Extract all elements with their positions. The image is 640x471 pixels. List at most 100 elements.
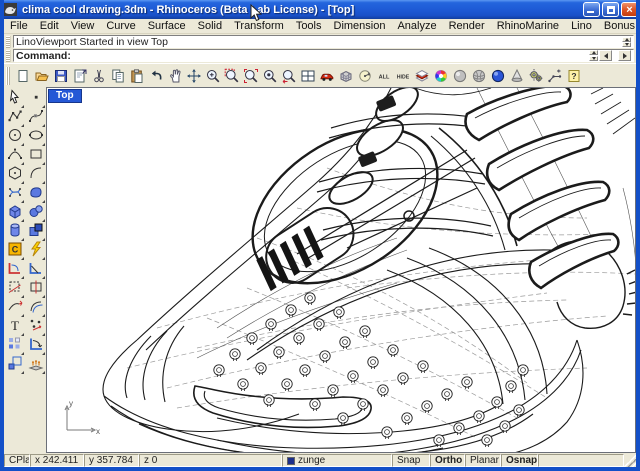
toolbar-button-save[interactable] xyxy=(51,66,70,86)
toggle-planar[interactable]: Planar xyxy=(465,454,501,467)
titlebar[interactable]: clima cool drawing.3dm - Rhinoceros (Bet… xyxy=(0,0,640,19)
toolbar-button-circle-arrow[interactable] xyxy=(355,66,374,86)
x-coordinate: x 242.411 xyxy=(30,454,84,467)
toolbar-button-zoom-previous[interactable] xyxy=(279,66,298,86)
sidebar-button-arc3[interactable] xyxy=(4,147,25,166)
menu-item-lino[interactable]: Lino xyxy=(565,20,598,32)
toolbar-grip[interactable] xyxy=(6,67,10,85)
toolbar-button-zoom-extents[interactable] xyxy=(260,66,279,86)
sidebar-button-dim-points[interactable] xyxy=(25,318,46,337)
toolbar-button-hide[interactable]: HIDE xyxy=(393,66,412,86)
toolbar-button-print-preview[interactable] xyxy=(70,66,89,86)
toolbar-button-viewport-layout[interactable] xyxy=(298,66,317,86)
command-history-grip[interactable] xyxy=(6,36,11,48)
toolbar-button-zoom-selected[interactable] xyxy=(241,66,260,86)
sidebar-button-boolean[interactable] xyxy=(25,223,46,242)
sidebar-button-chamfer[interactable] xyxy=(25,261,46,280)
sidebar-button-explode[interactable] xyxy=(25,242,46,261)
sidebar-button-extend[interactable] xyxy=(4,299,25,318)
menu-item-solid[interactable]: Solid xyxy=(192,20,228,32)
command-prev-button[interactable] xyxy=(599,50,612,61)
toolbar-button-rotate-view[interactable] xyxy=(184,66,203,86)
sidebar-button-pointer[interactable] xyxy=(4,90,25,109)
toolbar-button-car[interactable] xyxy=(317,66,336,86)
sidebar-button-surface-blob[interactable] xyxy=(25,185,46,204)
menu-item-tools[interactable]: Tools xyxy=(290,20,328,32)
resize-grip[interactable] xyxy=(624,454,636,467)
sidebar-button-trim[interactable] xyxy=(4,280,25,299)
command-next-button[interactable] xyxy=(618,50,631,61)
layer-pane[interactable]: zunge xyxy=(282,454,392,467)
menu-item-rhinomarine[interactable]: RhinoMarine xyxy=(491,20,565,32)
toolbar-button-zoom-window[interactable] xyxy=(222,66,241,86)
command-spin-up-button[interactable] xyxy=(589,50,598,55)
sidebar-button-extrude[interactable] xyxy=(25,356,46,375)
menu-item-analyze[interactable]: Analyze xyxy=(391,20,442,32)
menu-item-edit[interactable]: Edit xyxy=(34,20,65,32)
toolbar-button-help[interactable]: ? xyxy=(564,66,583,86)
toolbar-button-sphere-render[interactable] xyxy=(488,66,507,86)
sidebar-button-point[interactable] xyxy=(25,90,46,109)
toolbar-button-color-wheel[interactable] xyxy=(431,66,450,86)
toolbar-button-leader[interactable] xyxy=(545,66,564,86)
toolbar-button-open[interactable] xyxy=(32,66,51,86)
toolbar-button-pan[interactable] xyxy=(165,66,184,86)
menu-item-dimension[interactable]: Dimension xyxy=(328,20,392,32)
toolbar-button-copy[interactable] xyxy=(108,66,127,86)
menu-item-surface[interactable]: Surface xyxy=(142,20,192,32)
close-button[interactable]: × xyxy=(621,2,638,17)
toolbar-button-sphere-gray[interactable] xyxy=(450,66,469,86)
toolbar-button-spotlight-cone[interactable] xyxy=(507,66,526,86)
sidebar-button-cylinder[interactable] xyxy=(4,223,25,242)
toolbar-button-layer-wedge[interactable] xyxy=(412,66,431,86)
toolbar-button-undo[interactable] xyxy=(146,66,165,86)
toolbar-button-zoom-dynamic[interactable] xyxy=(203,66,222,86)
toggle-snap[interactable]: Snap xyxy=(392,454,430,467)
sidebar-button-rectangle[interactable] xyxy=(25,147,46,166)
menu-item-curve[interactable]: Curve xyxy=(100,20,141,32)
cplane-pane[interactable]: CPlane xyxy=(4,454,30,467)
viewport-label[interactable]: Top xyxy=(48,89,82,103)
viewport-top[interactable]: Top xyxy=(46,87,636,453)
sidebar-button-patch[interactable] xyxy=(4,185,25,204)
sidebar-button-polyline[interactable] xyxy=(4,109,25,128)
sidebar-button-scale[interactable] xyxy=(4,356,25,375)
minimize-button[interactable] xyxy=(583,2,600,17)
toolbar-button-paste[interactable] xyxy=(127,66,146,86)
sidebar-button-join[interactable]: C xyxy=(4,242,25,261)
menu-item-view[interactable]: View xyxy=(65,20,101,32)
sidebar-button-fillet[interactable] xyxy=(4,261,25,280)
toolbar-button-cut[interactable] xyxy=(89,66,108,86)
command-line-grip[interactable] xyxy=(6,50,11,62)
sidebar-button-box[interactable] xyxy=(4,204,25,223)
sidebar-button-offset[interactable] xyxy=(25,299,46,318)
sidebar-button-text[interactable]: T xyxy=(4,318,25,337)
sidebar-button-spheres[interactable] xyxy=(25,204,46,223)
menu-item-bonus[interactable]: Bonus xyxy=(598,20,640,32)
toolbar-button-sphere-textured[interactable] xyxy=(469,66,488,86)
command-line[interactable]: Command: xyxy=(13,49,634,62)
circle-icon xyxy=(7,127,23,148)
history-scroll-down-button[interactable] xyxy=(622,42,631,47)
polygon-icon xyxy=(7,165,23,186)
sidebar-button-circle[interactable] xyxy=(4,128,25,147)
sidebar-button-ellipse[interactable] xyxy=(25,128,46,147)
command-spin-down-button[interactable] xyxy=(589,56,598,61)
command-input[interactable] xyxy=(74,51,589,61)
toolbar-button-zoom-all[interactable]: ALL xyxy=(374,66,393,86)
toolbar-button-mesh-box[interactable] xyxy=(336,66,355,86)
toolbar-button-new[interactable] xyxy=(13,66,32,86)
toolbar-button-gears[interactable] xyxy=(526,66,545,86)
menu-item-file[interactable]: File xyxy=(4,20,34,32)
maximize-button[interactable] xyxy=(602,2,619,17)
toggle-osnap[interactable]: Osnap xyxy=(501,454,538,467)
sidebar-button-array[interactable] xyxy=(4,337,25,356)
toggle-ortho[interactable]: Ortho xyxy=(430,454,465,467)
sidebar-button-arc[interactable] xyxy=(25,166,46,185)
menu-item-render[interactable]: Render xyxy=(443,20,491,32)
sidebar-button-split[interactable] xyxy=(25,280,46,299)
scale-icon xyxy=(7,355,23,376)
sidebar-button-rotate[interactable] xyxy=(25,337,46,356)
sidebar-button-control-curve[interactable] xyxy=(25,109,46,128)
sidebar-button-polygon[interactable] xyxy=(4,166,25,185)
